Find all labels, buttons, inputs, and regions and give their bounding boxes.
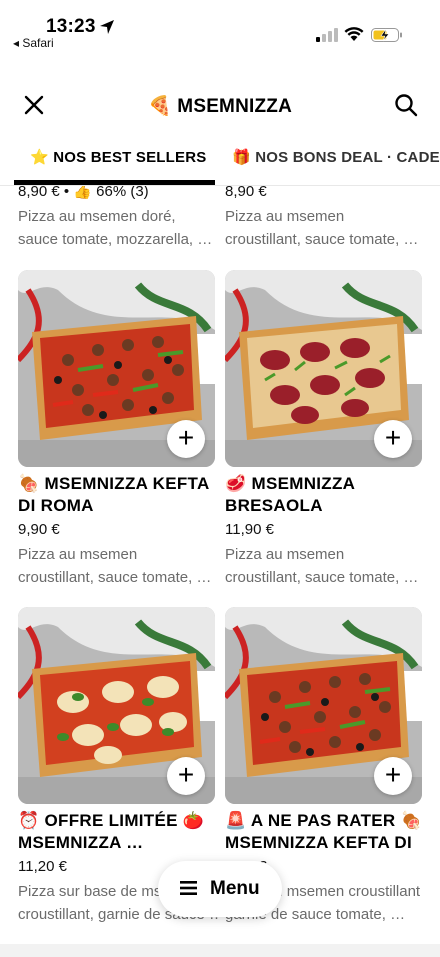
- product-price: 8,90 € • 👍 66% (3): [18, 186, 149, 200]
- product-image[interactable]: +: [225, 607, 422, 804]
- product-image[interactable]: +: [18, 270, 215, 467]
- product-name: 🥩 MSEMNIZZA BRESAOLA: [225, 474, 356, 515]
- wifi-icon: [344, 27, 364, 41]
- search-icon[interactable]: [393, 92, 419, 118]
- product-description: Pizza au msemen doré, sauce tomate, mozza…: [18, 208, 213, 248]
- product-name: ⏰ OFFRE LIMITÉE 🍅 MSEMNIZZA …: [18, 811, 205, 852]
- active-tab-indicator: [14, 180, 215, 185]
- product-description: Pizza au msemen croustillant, sauce tomat…: [225, 546, 419, 586]
- product-price: 9,90 €: [18, 521, 60, 538]
- add-to-cart-button[interactable]: +: [374, 420, 412, 458]
- product-price: 11,90 €: [225, 521, 274, 538]
- product-description: Pizza au msemen croustillant, sauce tomat…: [225, 208, 419, 248]
- store-title: 🍕 MSEMNIZZA: [147, 96, 293, 117]
- product-price: 11,20 €: [18, 858, 67, 875]
- clock: 13:23: [46, 16, 96, 37]
- add-to-cart-button[interactable]: +: [167, 757, 205, 795]
- hamburger-menu-icon: [180, 881, 197, 895]
- tab-best-sellers[interactable]: ⭐ NOS BEST SELLERS: [30, 148, 206, 166]
- product-grid: 8,90 € • 👍 66% (3) Pizza au msemen doré,…: [0, 186, 440, 946]
- add-to-cart-button[interactable]: +: [167, 420, 205, 458]
- menu-button-label: Menu: [210, 878, 260, 899]
- store-header: 🍕 MSEMNIZZA: [0, 80, 440, 130]
- product-description: Pizza au msemen croustillant, sauce tomat…: [18, 546, 212, 586]
- product-image[interactable]: +: [225, 270, 422, 467]
- product-image[interactable]: +: [18, 607, 215, 804]
- add-to-cart-button[interactable]: +: [374, 757, 412, 795]
- tab-bons-deal[interactable]: 🎁 NOS BONS DEAL · CADEAU: [232, 148, 440, 166]
- product-name: 🍖 MSEMNIZZA KEFTA DI ROMA: [18, 474, 210, 515]
- cellular-signal-icon: [316, 28, 338, 42]
- status-bar: 13:23 ◂ Safari: [0, 0, 440, 60]
- bottom-divider: [0, 944, 440, 957]
- battery-charging-icon: [371, 28, 402, 42]
- location-arrow-icon: [100, 20, 114, 34]
- back-to-safari-link[interactable]: ◂ Safari: [13, 36, 54, 50]
- menu-button[interactable]: Menu: [158, 861, 282, 917]
- product-price: 8,90 €: [225, 186, 267, 200]
